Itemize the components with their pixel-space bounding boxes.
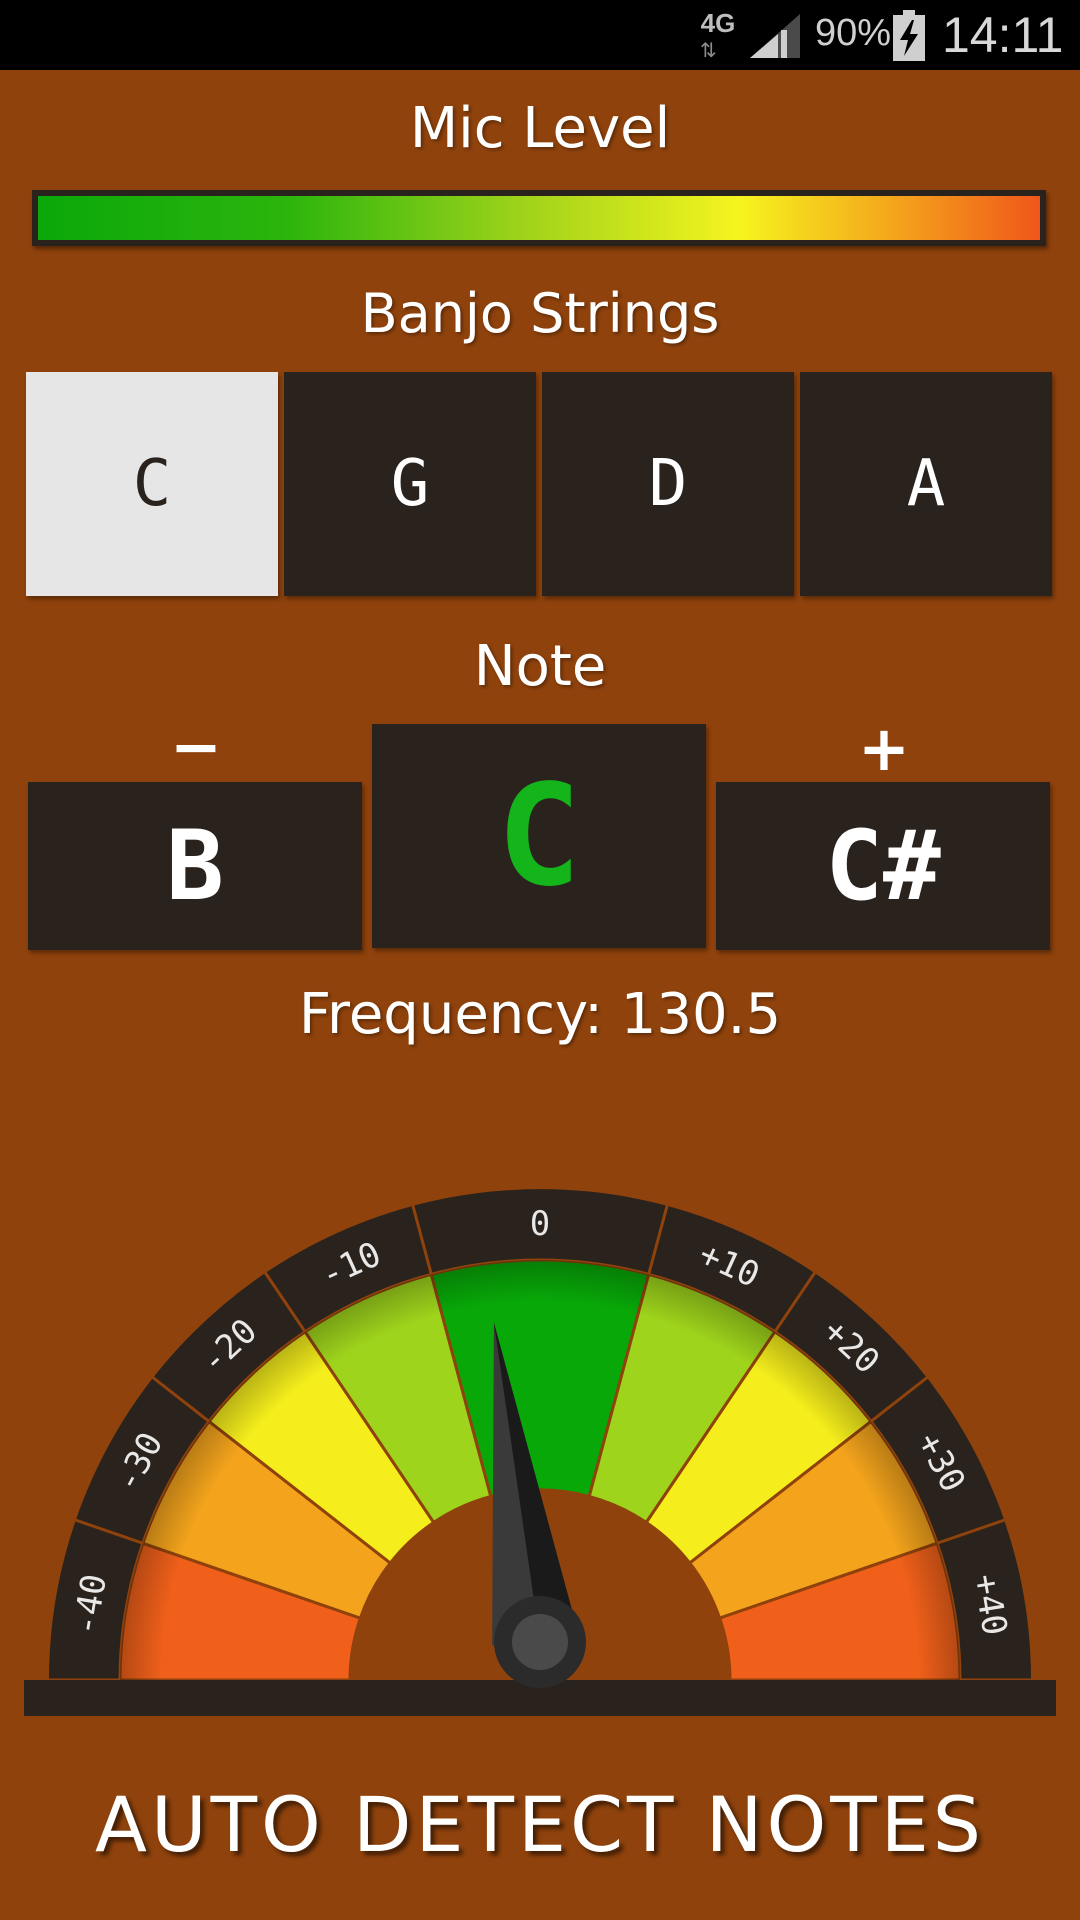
previous-note-box: B <box>28 782 362 950</box>
battery-percent: 90% <box>815 12 892 54</box>
string-label: D <box>648 447 688 521</box>
string-label: C <box>132 447 172 521</box>
mic-level-fill <box>38 196 1040 240</box>
string-button-a[interactable]: A <box>800 372 1052 596</box>
next-note: C# <box>825 810 941 922</box>
frequency-readout: Frequency: 130.5 <box>298 982 782 1047</box>
minus-label: − <box>170 710 222 783</box>
string-button-g[interactable]: G <box>284 372 536 596</box>
gauge-tick-label: 0 <box>530 1204 550 1244</box>
signal-icon <box>750 14 800 58</box>
battery-charging-icon <box>893 10 925 61</box>
mic-level-meter <box>32 190 1046 246</box>
plus-label: + <box>858 712 910 785</box>
string-button-c[interactable]: C <box>26 372 278 596</box>
status-bar: 4G ⇅ 90% 14:11 <box>0 0 1080 70</box>
note-label: Note <box>473 634 607 699</box>
next-note-box: C# <box>716 782 1050 950</box>
current-note-box: C <box>372 724 706 948</box>
string-label: A <box>906 447 946 521</box>
string-label: G <box>390 447 430 521</box>
tuning-gauge: -40-30-20-100+10+20+30+40 <box>24 1187 1056 1716</box>
previous-note: B <box>166 810 224 922</box>
network-type: 4G <box>700 8 736 38</box>
string-selector: C G D A <box>26 372 1054 596</box>
strings-label: Banjo Strings <box>360 282 720 345</box>
clock: 14:11 <box>942 7 1064 63</box>
data-arrows-icon: ⇅ <box>700 38 717 62</box>
string-button-d[interactable]: D <box>542 372 794 596</box>
gauge-pivot-cap <box>512 1614 568 1670</box>
auto-detect-notes-button[interactable]: AUTO DETECT NOTES <box>0 1780 1080 1869</box>
mic-level-label: Mic Level <box>409 96 671 161</box>
current-note: C <box>496 754 582 918</box>
